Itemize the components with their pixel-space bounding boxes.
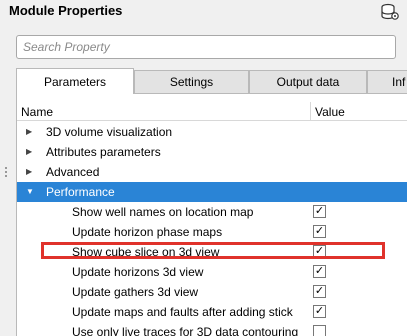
- column-value-header[interactable]: Value: [315, 105, 345, 119]
- property-label: Use only live traces for 3D data contour…: [72, 325, 299, 336]
- database-settings-icon[interactable]: [380, 3, 400, 21]
- property-checkbox[interactable]: ✓: [313, 285, 326, 298]
- group-label: Performance: [46, 185, 115, 199]
- property-label: Update gathers 3d view: [72, 285, 199, 299]
- table-header: Name Value: [17, 102, 407, 121]
- tab-settings[interactable]: Settings: [134, 70, 249, 93]
- column-name-header[interactable]: Name: [21, 105, 53, 119]
- search-input[interactable]: Search Property: [16, 35, 396, 59]
- expand-arrow-icon[interactable]: ▶: [26, 122, 36, 142]
- group-label: 3D volume visualization: [46, 125, 173, 139]
- property-checkbox[interactable]: ✓: [313, 265, 326, 278]
- tab-bar: Parameters Settings Output data Inf: [16, 68, 407, 94]
- splitter-handle-dot: [5, 167, 7, 169]
- search-placeholder: Search Property: [23, 40, 110, 54]
- property-checkbox[interactable]: ✓: [313, 205, 326, 218]
- group-row-advanced[interactable]: ▶ Advanced: [17, 162, 407, 182]
- property-label: Update horizon phase maps: [72, 225, 223, 239]
- property-label: Update horizons 3d view: [72, 265, 204, 279]
- property-row-update-horizon-phase-maps: Update horizon phase maps ✓: [17, 222, 407, 242]
- expand-arrow-icon[interactable]: ▶: [26, 162, 36, 182]
- property-label: Update maps and faults after adding stic…: [72, 305, 293, 319]
- property-row-update-horizons-3d-view: Update horizons 3d view ✓: [17, 262, 407, 282]
- property-checkbox[interactable]: [313, 325, 326, 336]
- property-checkbox[interactable]: ✓: [313, 225, 326, 238]
- property-row-update-gathers-3d-view: Update gathers 3d view ✓: [17, 282, 407, 302]
- tab-parameters[interactable]: Parameters: [16, 68, 134, 94]
- splitter-handle-dot: [5, 171, 7, 173]
- group-row-performance[interactable]: ▼ Performance: [17, 182, 407, 202]
- collapse-arrow-icon[interactable]: ▼: [26, 182, 36, 202]
- property-row-show-well-names: Show well names on location map ✓: [17, 202, 407, 222]
- splitter-handle-dot: [5, 175, 7, 177]
- column-divider[interactable]: [310, 102, 311, 120]
- property-label: Show well names on location map: [72, 205, 254, 219]
- tab-info[interactable]: Inf: [367, 70, 407, 93]
- group-label: Advanced: [46, 165, 100, 179]
- group-row-attributes-parameters[interactable]: ▶ Attributes parameters: [17, 142, 407, 162]
- group-label: Attributes parameters: [46, 145, 161, 159]
- property-table: Name Value ▶ 3D volume visualization ▶ A…: [16, 93, 407, 336]
- tab-output-data[interactable]: Output data: [249, 70, 367, 93]
- expand-arrow-icon[interactable]: ▶: [26, 142, 36, 162]
- property-row-update-maps-and-faults: Update maps and faults after adding stic…: [17, 302, 407, 322]
- highlight-box: [41, 242, 385, 259]
- property-row-use-only-live-traces: Use only live traces for 3D data contour…: [17, 322, 407, 336]
- group-row-3d-volume-visualization[interactable]: ▶ 3D volume visualization: [17, 122, 407, 142]
- property-checkbox[interactable]: ✓: [313, 305, 326, 318]
- window-title: Module Properties: [9, 3, 123, 18]
